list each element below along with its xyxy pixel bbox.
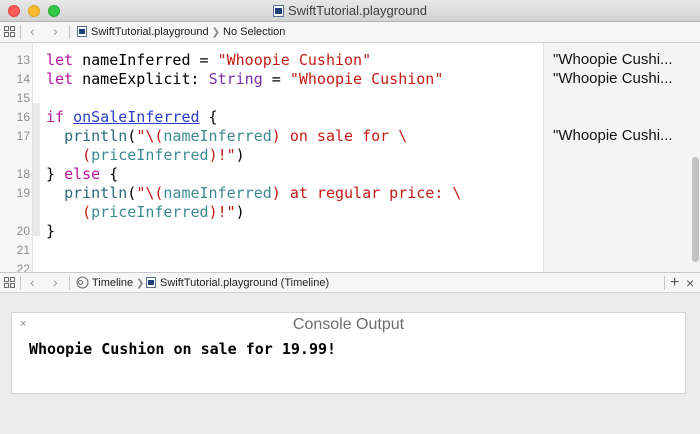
code-line[interactable]: println("\(nameInferred) at regular pric… <box>46 184 461 203</box>
result-value[interactable]: "Whoopie Cushi... <box>553 127 673 144</box>
code-token: ) <box>235 203 245 221</box>
code-token: = <box>262 70 290 88</box>
code-line[interactable]: } else { <box>46 165 118 184</box>
forward-arrow-icon[interactable]: › <box>53 273 58 293</box>
code-token: { <box>100 165 119 183</box>
line-number: 20 <box>16 224 30 238</box>
code-token: priceInferred <box>91 146 209 164</box>
playground-file-icon <box>273 5 284 17</box>
code-token: nameInferred <box>163 127 272 145</box>
code-token: else <box>64 165 101 183</box>
line-number: 14 <box>16 72 30 86</box>
code-line[interactable]: (priceInferred)!") <box>46 203 245 222</box>
line-number: 17 <box>16 129 30 143</box>
line-number: 16 <box>16 110 30 124</box>
scrollbar-thumb[interactable] <box>692 157 699 262</box>
line-number: 19 <box>16 186 30 200</box>
code-token: } <box>46 165 65 183</box>
breadcrumb-file[interactable]: SwiftTutorial.playground <box>91 26 209 38</box>
code-token: nameInferred <box>163 184 272 202</box>
code-token: ) at regular price: \ <box>271 184 462 202</box>
timeline-label: Timeline <box>92 277 134 289</box>
code-token: ( <box>46 203 92 221</box>
code-line[interactable]: let nameExplicit: String = "Whoopie Cush… <box>46 70 443 89</box>
code-token: ( <box>46 146 92 164</box>
line-number <box>0 203 30 222</box>
timeline-file-label: SwiftTutorial.playground (Timeline) <box>160 277 330 289</box>
code-token: )!" <box>208 203 236 221</box>
close-assistant-button[interactable]: × <box>686 273 694 293</box>
results-sidebar: "Whoopie Cushi... "Whoopie Cushi... "Whoop… <box>543 43 691 272</box>
code-token: priceInferred <box>91 203 209 221</box>
code-token: nameExplicit: <box>73 70 209 88</box>
line-number: 21 <box>16 243 30 257</box>
code-token: println <box>64 184 128 202</box>
code-token: if <box>46 108 65 126</box>
related-items-icon[interactable] <box>4 22 16 42</box>
code-token: "\( <box>136 127 164 145</box>
back-arrow-icon[interactable]: ‹ <box>30 22 35 42</box>
line-number: 15 <box>16 91 30 105</box>
console-output-panel: × Console Output Whoopie Cushion on sale… <box>11 312 686 394</box>
code-token: } <box>46 222 56 240</box>
chevron-right-icon: ❯ <box>136 278 145 289</box>
code-token: let <box>46 70 74 88</box>
code-line[interactable]: } <box>46 222 55 241</box>
code-token: ( <box>127 184 137 202</box>
forward-arrow-icon[interactable]: › <box>53 22 58 42</box>
code-token: println <box>64 127 128 145</box>
code-line[interactable]: if onSaleInferred { <box>46 108 218 127</box>
window-title-text: SwiftTutorial.playground <box>288 3 427 18</box>
code-token: "Whoopie Cushion" <box>289 70 444 88</box>
assistant-editor-area: × Console Output Whoopie Cushion on sale… <box>0 294 700 434</box>
result-value[interactable]: "Whoopie Cushi... <box>553 51 673 68</box>
code-editor[interactable]: 13 let nameInferred = "Whoopie Cushion" 14… <box>0 43 700 276</box>
code-line[interactable]: println("\(nameInferred) on sale for \ <box>46 127 407 146</box>
window-title: SwiftTutorial.playground <box>0 3 700 18</box>
code-token: "Whoopie Cushion" <box>217 51 372 69</box>
code-token: ) on sale for \ <box>271 127 408 145</box>
code-line[interactable]: (priceInferred)!") <box>46 146 245 165</box>
chevron-right-icon: ❯ <box>211 27 220 38</box>
console-output-text: Whoopie Cushion on sale for 19.99! <box>29 340 337 358</box>
code-token: )!" <box>208 146 236 164</box>
playground-file-icon <box>77 26 87 37</box>
code-token: let <box>46 51 74 69</box>
title-bar: SwiftTutorial.playground <box>0 0 700 22</box>
back-arrow-icon[interactable]: ‹ <box>30 273 35 293</box>
breadcrumb: SwiftTutorial.playground ❯ No Selection <box>77 22 285 42</box>
code-token: { <box>199 108 218 126</box>
timeline-file-crumb[interactable]: SwiftTutorial.playground (Timeline) <box>146 273 329 293</box>
code-folding-block[interactable] <box>33 103 40 236</box>
timeline-icon <box>76 276 89 289</box>
line-number <box>0 146 30 165</box>
code-token: nameInferred = <box>73 51 218 69</box>
code-token: ( <box>127 127 137 145</box>
console-title: Console Output <box>292 316 405 333</box>
code-line[interactable]: let nameInferred = "Whoopie Cushion" <box>46 51 371 70</box>
line-number: 13 <box>16 53 30 67</box>
related-items-icon[interactable] <box>4 273 16 293</box>
code-token[interactable]: onSaleInferred <box>73 108 199 126</box>
xcode-window: SwiftTutorial.playground ‹ › SwiftTutori… <box>0 0 700 434</box>
code-token: String <box>208 70 263 88</box>
editor-jump-bar: ‹ › SwiftTutorial.playground ❯ No Selectio… <box>0 22 700 43</box>
code-token: "\( <box>136 184 164 202</box>
add-assistant-button[interactable]: + <box>670 273 679 293</box>
timeline-selector[interactable]: Timeline <box>76 273 133 293</box>
assistant-jump-bar: ‹ › Timeline ❯ SwiftTutorial.playground … <box>0 272 700 293</box>
result-value[interactable]: "Whoopie Cushi... <box>553 70 673 87</box>
line-number: 18 <box>16 167 30 181</box>
code-token: ) <box>235 146 245 164</box>
playground-file-icon <box>146 277 156 288</box>
breadcrumb-selection[interactable]: No Selection <box>223 26 285 38</box>
